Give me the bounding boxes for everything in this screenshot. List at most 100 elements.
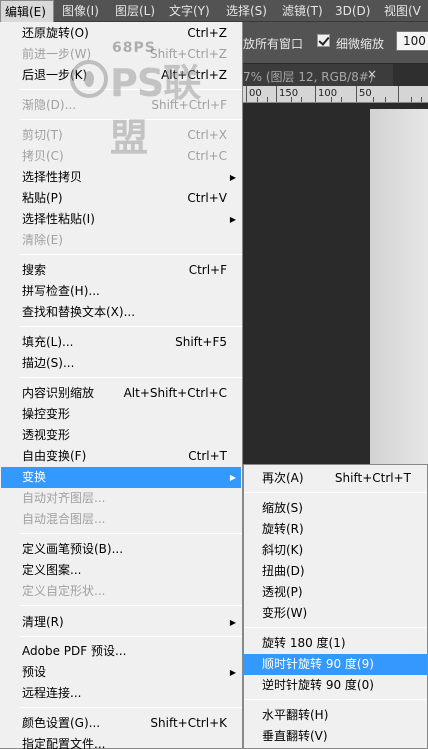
submenu-item-again[interactable]: 再次(A) Shift+Ctrl+T: [244, 468, 427, 489]
menu-item-pdf-presets[interactable]: Adobe PDF 预设...: [1, 641, 241, 662]
menu-item-label: 选择性粘贴(I): [22, 212, 95, 226]
menu-separator: [20, 605, 242, 606]
menu-item-shortcut: Ctrl+F: [188, 263, 227, 277]
submenu-item-skew[interactable]: 斜切(K): [244, 540, 427, 561]
submenu-item-rotate[interactable]: 旋转(R): [244, 519, 427, 540]
zoom-input[interactable]: 100: [396, 31, 428, 51]
menu-item-find-replace[interactable]: 查找和替换文本(X)...: [1, 302, 241, 323]
menu-separator: [20, 636, 242, 637]
menu-item-search[interactable]: 搜索 Ctrl+F: [1, 260, 241, 281]
menu-separator: [244, 492, 427, 493]
menu-separator: [20, 707, 242, 708]
ruler-tick: [373, 97, 374, 102]
ruler-label: 150: [279, 88, 299, 99]
menu-item-perspective-warp[interactable]: 透视变形: [1, 425, 241, 446]
submenu-item-flip-vertical[interactable]: 垂直翻转(V): [244, 726, 427, 747]
menu-filter[interactable]: 滤镜(T): [282, 0, 323, 22]
menu-item-label: 变形(W): [262, 606, 308, 620]
scrubby-zoom-checkbox[interactable]: [317, 34, 330, 47]
ruler-tick: [267, 97, 268, 102]
menu-item-shortcut: Shift+Ctrl+K: [150, 716, 227, 730]
menu-item-transform[interactable]: 变换 ▶: [1, 467, 241, 488]
submenu-item-rotate-90-cw[interactable]: 顺时针旋转 90 度(9): [244, 654, 427, 675]
menu-layer[interactable]: 图层(L): [115, 0, 155, 22]
submenu-item-warp[interactable]: 变形(W): [244, 603, 427, 624]
ruler-tick: [246, 86, 247, 102]
scrubby-zoom-label[interactable]: 细微缩放: [336, 35, 384, 52]
menu-item-define-pattern[interactable]: 定义图案...: [1, 560, 241, 581]
menu-item-define-brush[interactable]: 定义画笔预设(B)...: [1, 539, 241, 560]
menu-item-copy[interactable]: 拷贝(C) Ctrl+C: [1, 146, 241, 167]
menu-item-paste-special[interactable]: 选择性粘贴(I) ▶: [1, 209, 241, 230]
menu-item-label: 清除(E): [22, 233, 63, 247]
menu-item-label: 内容识别缩放: [22, 386, 95, 400]
close-icon[interactable]: ×: [367, 67, 377, 81]
menu-item-label: 自动对齐图层...: [22, 491, 106, 505]
ruler-tick: [385, 97, 386, 102]
menu-bar: 编辑(E) 图像(I) 图层(L) 文字(Y) 选择(S) 滤镜(T) 3D(D…: [0, 0, 428, 22]
ruler-tick: [315, 86, 316, 102]
menu-item-fade[interactable]: 渐隐(D)... Shift+Ctrl+F: [1, 95, 241, 116]
menu-item-shortcut: Ctrl+T: [188, 449, 227, 463]
menu-item-shortcut: Shift+Ctrl+F: [151, 98, 227, 112]
menu-item-label: 水平翻转(H): [262, 708, 329, 722]
menu-item-assign-profile[interactable]: 指定配置文件...: [1, 734, 241, 749]
menu-select[interactable]: 选择(S): [226, 0, 267, 22]
menu-item-check-spelling[interactable]: 拼写检查(H)...: [1, 281, 241, 302]
menu-item-label: 缩放(S): [262, 501, 303, 515]
menu-item-label: 查找和替换文本(X)...: [22, 305, 136, 319]
menu-item-copy-special[interactable]: 选择性拷贝 ▶: [1, 167, 241, 188]
menu-item-label: 指定配置文件...: [22, 737, 106, 749]
menu-item-auto-align[interactable]: 自动对齐图层...: [1, 488, 241, 509]
menu-item-presets[interactable]: 预设 ▶: [1, 662, 241, 683]
ruler-label: 100: [318, 88, 338, 99]
ruler-tick: [276, 86, 277, 102]
menu-item-remote-connections[interactable]: 远程连接...: [1, 683, 241, 704]
menu-image[interactable]: 图像(I): [62, 0, 99, 22]
menu-item-content-aware-scale[interactable]: 内容识别缩放 Alt+Shift+Ctrl+C: [1, 383, 241, 404]
menu-item-purge[interactable]: 清理(R) ▶: [1, 612, 241, 633]
menu-item-define-shape[interactable]: 定义自定形状...: [1, 581, 241, 602]
menu-item-step-forward[interactable]: 前进一步(W) Shift+Ctrl+Z: [1, 44, 241, 65]
submenu-item-scale[interactable]: 缩放(S): [244, 498, 427, 519]
menu-item-label: 还原旋转(O): [22, 26, 89, 40]
submenu-item-rotate-180[interactable]: 旋转 180 度(1): [244, 633, 427, 654]
menu-item-color-settings[interactable]: 颜色设置(G)... Shift+Ctrl+K: [1, 713, 241, 734]
menu-edit[interactable]: 编辑(E): [0, 0, 54, 22]
menu-item-paste[interactable]: 粘贴(P) Ctrl+V: [1, 188, 241, 209]
menu-item-stroke[interactable]: 描边(S)...: [1, 353, 241, 374]
menu-item-step-backward[interactable]: 后退一步(K) Alt+Ctrl+Z: [1, 65, 241, 86]
menu-item-fill[interactable]: 填充(L)... Shift+F5: [1, 332, 241, 353]
menu-item-label: 清理(R): [22, 615, 64, 629]
edit-menu: 还原旋转(O) Ctrl+Z 前进一步(W) Shift+Ctrl+Z 后退一步(K…: [0, 22, 243, 749]
ruler-tick: [421, 97, 422, 102]
submenu-item-rotate-90-ccw[interactable]: 逆时针旋转 90 度(0): [244, 675, 427, 696]
menu-item-label: 拷贝(C): [22, 149, 64, 163]
menu-3d[interactable]: 3D(D): [335, 0, 370, 22]
submenu-item-distort[interactable]: 扭曲(D): [244, 561, 427, 582]
menu-item-shortcut: Alt+Shift+Ctrl+C: [123, 386, 227, 400]
menu-separator: [20, 326, 242, 327]
menu-item-puppet-warp[interactable]: 操控变形: [1, 404, 241, 425]
menu-item-clear[interactable]: 清除(E): [1, 230, 241, 251]
menu-item-free-transform[interactable]: 自由变换(F) Ctrl+T: [1, 446, 241, 467]
menu-separator: [20, 89, 242, 90]
document-tab[interactable]: 7% (图层 12, RGB/8#) ×: [243, 63, 428, 87]
menu-view[interactable]: 视图(V: [384, 0, 421, 22]
transform-submenu: 再次(A) Shift+Ctrl+T 缩放(S) 旋转(R) 斜切(K) 扭曲(D…: [243, 464, 428, 749]
menu-item-label: 扭曲(D): [262, 564, 305, 578]
submenu-item-perspective[interactable]: 透视(P): [244, 582, 427, 603]
menu-item-undo[interactable]: 还原旋转(O) Ctrl+Z: [1, 23, 241, 44]
menu-item-label: 剪切(T): [22, 128, 63, 142]
menu-item-label: 顺时针旋转 90 度(9): [262, 657, 374, 671]
menu-separator: [244, 627, 427, 628]
fit-all-windows-label[interactable]: 放所有窗口: [243, 35, 303, 52]
menu-item-auto-blend[interactable]: 自动混合图层...: [1, 509, 241, 530]
menu-item-label: 拼写检查(H)...: [22, 284, 100, 298]
ruler-tick: [291, 97, 292, 102]
menu-item-shortcut: Shift+Ctrl+Z: [150, 47, 227, 61]
submenu-item-flip-horizontal[interactable]: 水平翻转(H): [244, 705, 427, 726]
menu-type[interactable]: 文字(Y): [169, 0, 210, 22]
menu-item-cut[interactable]: 剪切(T) Ctrl+X: [1, 125, 241, 146]
menu-item-shortcut: Alt+Ctrl+Z: [161, 68, 227, 82]
